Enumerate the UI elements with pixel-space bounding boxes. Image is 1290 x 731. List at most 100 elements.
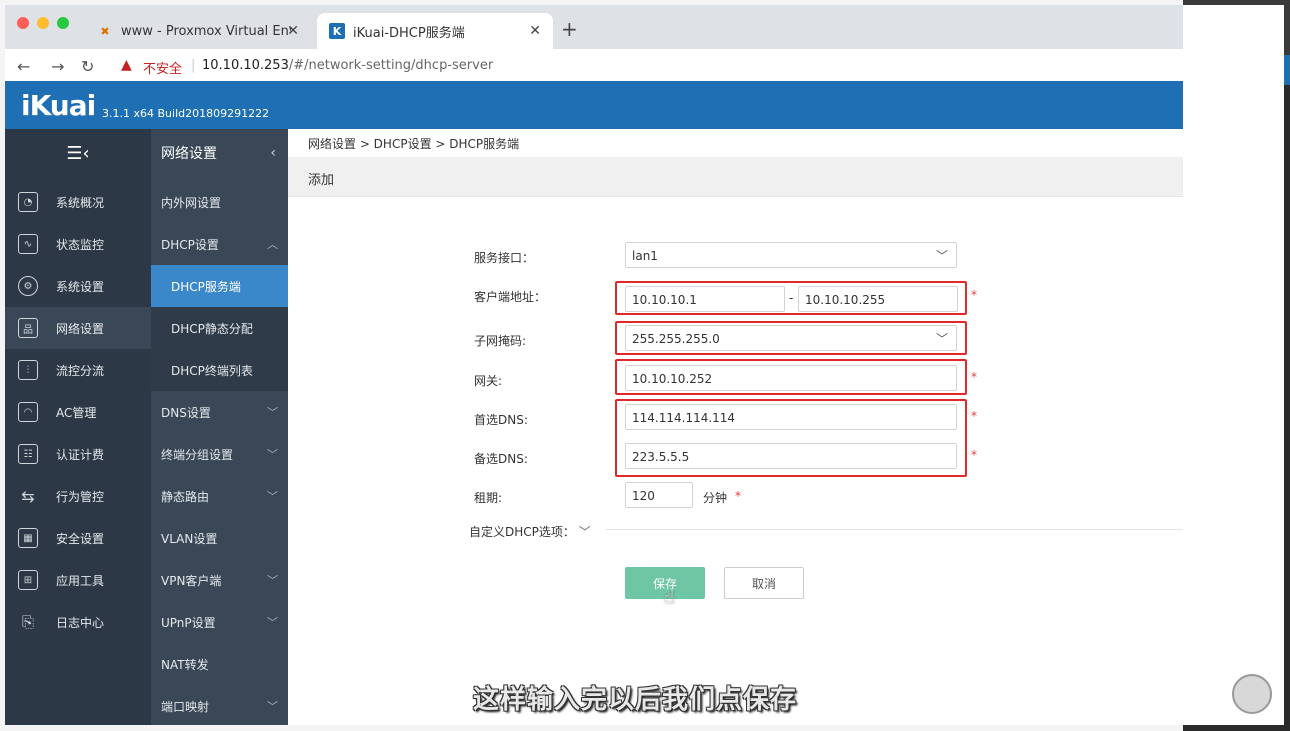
sidebar-item-ac[interactable]: ◠ AC管理 bbox=[5, 391, 151, 433]
gateway-input[interactable]: 10.10.10.252 bbox=[625, 365, 957, 391]
sub-item-dns[interactable]: DNS设置 ﹀ bbox=[151, 391, 288, 433]
main-content: 网络设置 > DHCP设置 > DHCP服务端 添加 服务接口： lan1 ﹀ 客… bbox=[288, 129, 1183, 725]
proxmox-icon: ✖ bbox=[100, 24, 110, 38]
back-icon[interactable]: ← bbox=[17, 57, 30, 76]
client-start-input[interactable]: 10.10.10.1 bbox=[625, 286, 785, 312]
lease-unit: 分钟 bbox=[703, 491, 728, 505]
forward-icon[interactable]: → bbox=[51, 57, 64, 76]
sub-item-nat[interactable]: NAT转发 bbox=[151, 643, 288, 685]
client-addr-label: 客户端地址： bbox=[474, 290, 547, 304]
sub-item-static-route[interactable]: 静态路由 ﹀ bbox=[151, 475, 288, 517]
app-header: iKuai 3.1.1 x64 Build201809291222 bbox=[5, 81, 1183, 129]
speedometer-icon: ◔ bbox=[18, 192, 38, 212]
sidebar-item-network[interactable]: 品网络设置 bbox=[5, 307, 151, 349]
sub-item-vlan[interactable]: VLAN设置 bbox=[151, 517, 288, 559]
network-icon: 品 bbox=[18, 318, 38, 338]
sub-item-dhcp-static[interactable]: DHCP静态分配 bbox=[151, 307, 288, 349]
sidebar-item-logs[interactable]: ⎘ 日志中心 bbox=[5, 601, 151, 643]
sub-item-groups[interactable]: 终端分组设置 ﹀ bbox=[151, 433, 288, 475]
address-bar: ← → ↻ ▲ 不安全 | 10.10.10.253/#/network-set… bbox=[5, 49, 1183, 85]
pulse-icon: ∿ bbox=[18, 234, 38, 254]
chevron-up-icon: ︿ bbox=[267, 238, 278, 251]
ikuai-icon: K bbox=[329, 23, 345, 39]
breadcrumb: 网络设置 > DHCP设置 > DHCP服务端 bbox=[308, 137, 520, 151]
watermark-logo bbox=[1232, 674, 1272, 714]
sidebar-item-security[interactable]: ▦ 安全设置 bbox=[5, 517, 151, 559]
interface-select[interactable]: lan1 ﹀ bbox=[625, 242, 957, 268]
close-tab-icon[interactable]: ✕ bbox=[287, 23, 299, 39]
required-star: * bbox=[971, 448, 977, 462]
custom-options-toggle[interactable]: 自定义DHCP选项： ﹀ bbox=[469, 523, 591, 540]
subnet-select[interactable]: 255.255.255.0 ﹀ bbox=[625, 325, 957, 351]
sidebar-item-apps[interactable]: ⊞ 应用工具 bbox=[5, 559, 151, 601]
sidebar-item-behavior[interactable]: ⇆ 行为管控 bbox=[5, 475, 151, 517]
insecure-label[interactable]: 不安全 bbox=[143, 58, 182, 77]
main-sidebar: ☰‹ ◔ 系统概况 ∿ 状态监控 ⚙ 系统设置 品网络设置 ⫶ 流控分流 ◠ AC管理 ☷… bbox=[5, 129, 151, 725]
section-title: 添加 bbox=[308, 173, 335, 188]
tab-title: www - Proxmox Virtual Environment bbox=[121, 23, 291, 39]
lease-input[interactable]: 120 bbox=[625, 482, 693, 508]
url-host: 10.10.10.253 bbox=[202, 58, 289, 73]
chevron-down-icon: ﹀ bbox=[267, 490, 278, 503]
sub-item-port-mapping[interactable]: 端口映射 ﹀ bbox=[151, 685, 288, 725]
new-tab-icon[interactable]: + bbox=[561, 17, 578, 41]
sub-sidebar: 网络设置 ‹ 内外网设置 DHCP设置 ︿ DHCP服务端 DHCP静态分配 DHC… bbox=[151, 129, 288, 725]
cancel-button[interactable]: 取消 bbox=[724, 567, 804, 599]
dns1-label: 首选DNS: bbox=[474, 413, 528, 427]
sub-item-vpn[interactable]: VPN客户端 ﹀ bbox=[151, 559, 288, 601]
sliders-icon: ⫶ bbox=[18, 360, 38, 380]
client-end-input[interactable]: 10.10.10.255 bbox=[798, 286, 958, 312]
subnet-label: 子网掩码: bbox=[474, 334, 527, 348]
sub-item-dhcp-server[interactable]: DHCP服务端 bbox=[151, 265, 288, 307]
sidebar-item-system[interactable]: ⚙ 系统设置 bbox=[5, 265, 151, 307]
minimize-window-button[interactable] bbox=[37, 17, 49, 29]
required-star: * bbox=[971, 288, 977, 302]
tab-proxmox[interactable]: ✖ www - Proxmox Virtual Environment ✕ bbox=[85, 13, 311, 49]
sub-item-dhcp-clients[interactable]: DHCP终端列表 bbox=[151, 349, 288, 391]
tab-ikuai[interactable]: K iKuai-DHCP服务端 ✕ bbox=[317, 13, 553, 49]
sidebar-item-auth[interactable]: ☷ 认证计费 bbox=[5, 433, 151, 475]
collapse-icon[interactable]: ‹ bbox=[270, 145, 276, 161]
browser-window: ✖ www - Proxmox Virtual Environment ✕ K … bbox=[5, 5, 1284, 725]
video-subtitle: 这样输入完以后我们点保存 bbox=[473, 685, 798, 715]
log-icon: ⎘ bbox=[21, 613, 34, 631]
sub-sidebar-header[interactable]: 网络设置 ‹ bbox=[151, 129, 288, 177]
reload-icon[interactable]: ↻ bbox=[81, 57, 94, 76]
chevron-down-icon: ﹀ bbox=[267, 448, 278, 461]
range-dash: - bbox=[789, 291, 794, 305]
ikuai-logo: iKuai bbox=[21, 89, 96, 122]
sub-item-lan-wan[interactable]: 内外网设置 bbox=[151, 181, 288, 223]
sidebar-item-flow[interactable]: ⫶ 流控分流 bbox=[5, 349, 151, 391]
close-window-button[interactable] bbox=[17, 17, 29, 29]
sub-item-upnp[interactable]: UPnP设置 ﹀ bbox=[151, 601, 288, 643]
required-star: * bbox=[971, 409, 977, 423]
apps-icon: ⊞ bbox=[18, 570, 38, 590]
chevron-down-icon: ﹀ bbox=[935, 332, 948, 346]
dns1-input[interactable]: 114.114.114.114 bbox=[625, 404, 957, 430]
dns2-input[interactable]: 223.5.5.5 bbox=[625, 443, 957, 469]
warning-icon: ▲ bbox=[121, 57, 132, 73]
sidebar-item-overview[interactable]: ◔ 系统概况 bbox=[5, 181, 151, 223]
version-label: 3.1.1 x64 Build201809291222 bbox=[102, 107, 270, 120]
dns2-label: 备选DNS: bbox=[474, 452, 528, 466]
url-input[interactable]: 10.10.10.253/#/network-setting/dhcp-serv… bbox=[202, 58, 493, 73]
url-path: /#/network-setting/dhcp-server bbox=[288, 58, 494, 73]
chevron-down-icon: ﹀ bbox=[267, 700, 278, 713]
gateway-label: 网关: bbox=[474, 374, 503, 388]
lease-label: 租期: bbox=[474, 491, 503, 505]
hand-cursor-icon: ☝ bbox=[664, 587, 675, 608]
menu-toggle-icon[interactable]: ☰‹ bbox=[5, 129, 151, 177]
id-card-icon: ☷ bbox=[18, 444, 38, 464]
required-star: * bbox=[735, 489, 741, 503]
wifi-icon: ◠ bbox=[18, 402, 38, 422]
chevron-down-icon: ﹀ bbox=[267, 616, 278, 629]
sub-item-dhcp[interactable]: DHCP设置 ︿ bbox=[151, 223, 288, 265]
tab-bar: ✖ www - Proxmox Virtual Environment ✕ K … bbox=[5, 5, 1183, 49]
zoom-window-button[interactable] bbox=[57, 17, 69, 29]
chevron-down-icon: ﹀ bbox=[267, 574, 278, 587]
close-tab-icon[interactable]: ✕ bbox=[529, 23, 541, 39]
chevron-down-icon: ﹀ bbox=[578, 525, 591, 539]
sidebar-item-monitor[interactable]: ∿ 状态监控 bbox=[5, 223, 151, 265]
firewall-icon: ▦ bbox=[18, 528, 38, 548]
chevron-down-icon: ﹀ bbox=[267, 406, 278, 419]
